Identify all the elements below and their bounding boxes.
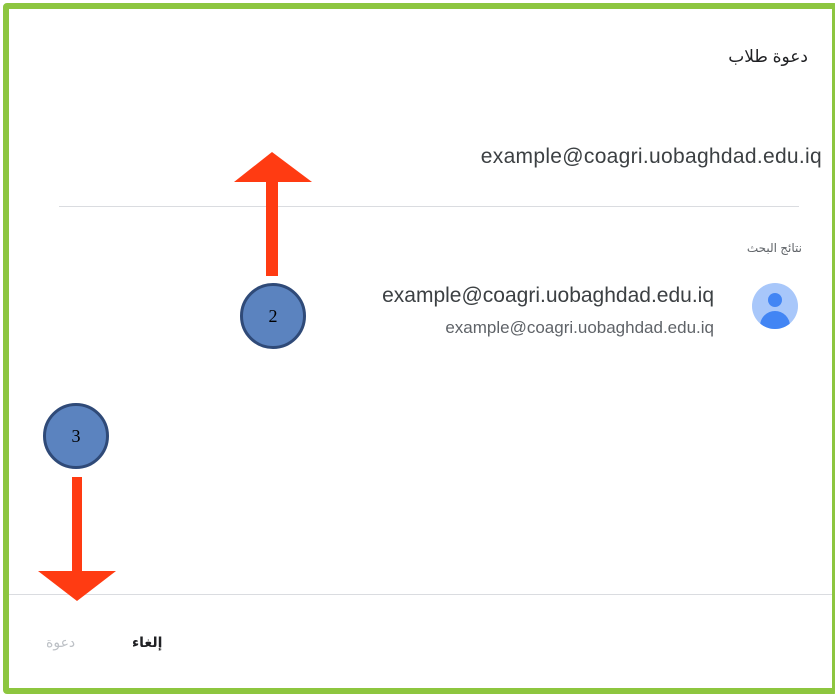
invite-students-dialog: دعوة طلاب example@coagri.uobaghdad.edu.i… (9, 9, 832, 688)
step-badge-2: 2 (240, 283, 306, 349)
divider (59, 206, 799, 207)
search-input[interactable]: example@coagri.uobaghdad.edu.iq (481, 145, 822, 169)
invite-button[interactable]: دعوة (46, 634, 75, 651)
person-icon (768, 293, 782, 307)
avatar (752, 283, 798, 329)
cancel-button[interactable]: إلغاء (132, 634, 162, 651)
footer-divider (9, 594, 832, 595)
screenshot-frame: دعوة طلاب example@coagri.uobaghdad.edu.i… (3, 3, 835, 694)
step-badge-3: 3 (43, 403, 109, 469)
up-arrow-annotation (234, 152, 312, 276)
search-results-label: نتائج البحث (746, 241, 802, 255)
result-email: example@coagri.uobaghdad.edu.iq (445, 318, 714, 337)
dialog-title: دعوة طلاب (728, 47, 808, 66)
down-arrow-annotation (38, 477, 116, 601)
result-name: example@coagri.uobaghdad.edu.iq (382, 284, 714, 307)
